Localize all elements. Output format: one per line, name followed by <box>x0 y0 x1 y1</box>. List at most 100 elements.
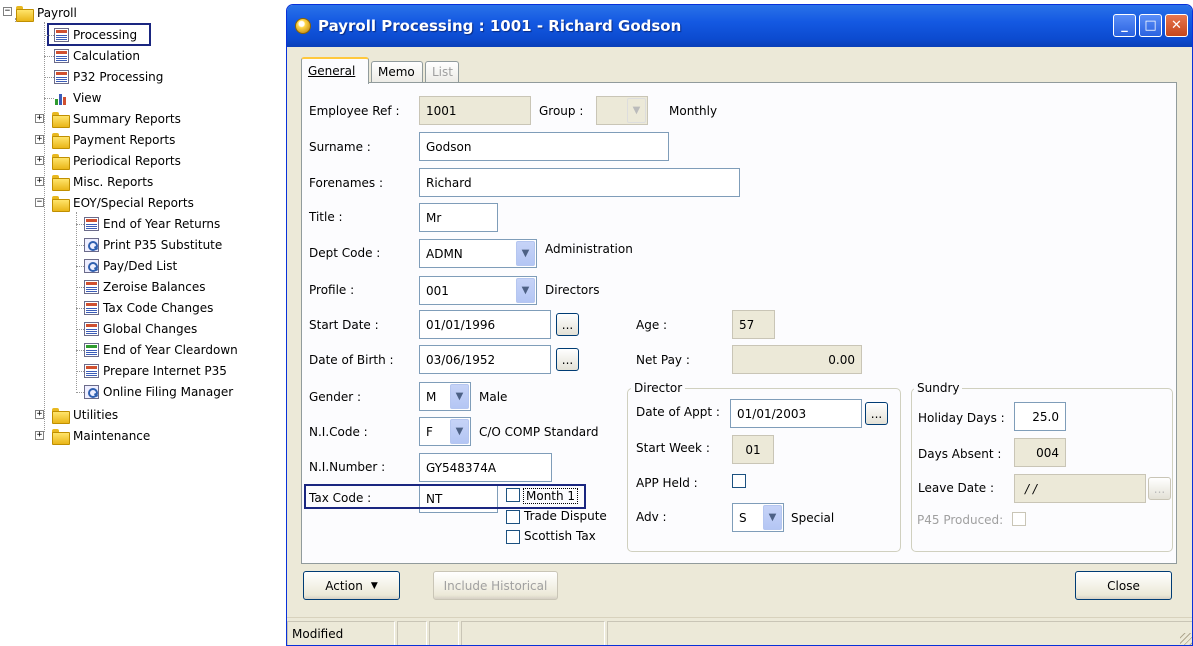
surname-field[interactable]: Godson <box>419 132 669 161</box>
ni-code-description: C/O COMP Standard <box>479 425 599 439</box>
date-of-appt-field[interactable]: 01/01/2003 <box>730 399 862 428</box>
tree-node-label: Online Filing Manager <box>103 385 234 399</box>
tree-node-online-filing-manager[interactable]: Online Filing Manager <box>84 382 233 402</box>
tree-node-payroll[interactable]: Payroll <box>16 3 77 23</box>
director-group-title: Director <box>631 381 686 395</box>
chevron-down-icon[interactable]: ▼ <box>516 278 535 303</box>
resize-grip-icon[interactable] <box>1180 633 1192 645</box>
start-date-label: Start Date : <box>309 318 379 332</box>
close-button[interactable]: Close <box>1075 571 1172 600</box>
profile-label: Profile : <box>309 283 355 297</box>
tree-node-print-p35-substitute[interactable]: Print P35 Substitute <box>84 235 222 255</box>
tree-node-p32-processing[interactable]: P32 Processing <box>54 67 163 87</box>
tree-node-label: Payment Reports <box>73 133 176 147</box>
date-of-appt-picker-button[interactable]: ... <box>865 402 888 425</box>
tree-node-eoy-special-reports[interactable]: EOY/Special Reports <box>52 193 194 213</box>
ni-code-dropdown[interactable]: F ▼ <box>419 417 471 446</box>
month1-checkbox[interactable] <box>506 488 520 502</box>
expand-icon[interactable]: + <box>35 431 44 440</box>
start-date-field[interactable]: 01/01/1996 <box>419 310 551 339</box>
group-description: Monthly <box>669 104 718 118</box>
tree-node-processing[interactable]: Processing <box>54 25 137 45</box>
tree-node-view[interactable]: View <box>54 88 101 108</box>
ni-code-label: N.I.Code : <box>309 425 368 439</box>
tree-node-pay-ded-list[interactable]: Pay/Ded List <box>84 256 177 276</box>
chevron-down-icon: ▼ <box>627 98 646 123</box>
tab-label: General <box>308 64 356 78</box>
expand-icon[interactable]: + <box>35 410 44 419</box>
app-held-checkbox[interactable] <box>732 474 746 488</box>
tree-node-end-of-year-cleardown[interactable]: End of Year Cleardown <box>84 340 238 360</box>
tree-node-label: P32 Processing <box>73 70 164 84</box>
date-of-birth-field[interactable]: 03/06/1952 <box>419 345 551 374</box>
tree-node-prepare-internet-p35[interactable]: Prepare Internet P35 <box>84 361 227 381</box>
preview-icon <box>84 259 99 273</box>
dept-code-label: Dept Code : <box>309 246 381 260</box>
bar-chart-icon <box>54 91 69 105</box>
collapse-icon[interactable]: − <box>35 198 44 207</box>
maximize-button[interactable]: □ <box>1139 14 1162 37</box>
status-cell <box>397 621 427 645</box>
expand-icon[interactable]: + <box>35 156 44 165</box>
ni-number-field[interactable]: GY548374A <box>419 453 552 482</box>
gender-value: M <box>426 389 437 404</box>
tree-node-tax-code-changes[interactable]: Tax Code Changes <box>84 298 213 318</box>
chevron-down-icon[interactable]: ▼ <box>763 505 782 530</box>
action-button[interactable]: Action ▼ <box>303 571 400 600</box>
tree-node-misc-reports[interactable]: Misc. Reports <box>52 172 153 192</box>
gender-dropdown[interactable]: M ▼ <box>419 382 471 411</box>
net-pay-label: Net Pay : <box>636 353 690 367</box>
chevron-down-icon[interactable]: ▼ <box>516 241 535 266</box>
date-of-birth-picker-button[interactable]: ... <box>556 348 579 371</box>
tree-node-periodical-reports[interactable]: Periodical Reports <box>52 151 181 171</box>
collapse-icon[interactable]: − <box>3 7 12 16</box>
profile-value: 001 <box>426 283 449 298</box>
profile-dropdown[interactable]: 001 ▼ <box>419 276 537 305</box>
close-window-button[interactable]: ✕ <box>1165 14 1188 37</box>
tab-label: List <box>432 65 453 79</box>
tree-node-label: View <box>73 91 102 105</box>
app-icon <box>295 18 311 34</box>
expand-icon[interactable]: + <box>35 177 44 186</box>
preview-icon <box>84 385 99 399</box>
tab-memo[interactable]: Memo <box>371 61 423 83</box>
tree-node-end-of-year-returns[interactable]: End of Year Returns <box>84 214 220 234</box>
include-historical-button: Include Historical <box>433 571 558 600</box>
title-field[interactable]: Mr <box>419 203 498 232</box>
scottish-tax-checkbox[interactable] <box>506 530 520 544</box>
action-button-label: Action <box>325 578 363 593</box>
gender-label: Gender : <box>309 390 362 404</box>
tree-node-payment-reports[interactable]: Payment Reports <box>52 130 175 150</box>
expand-icon[interactable]: + <box>35 135 44 144</box>
ni-number-label: N.I.Number : <box>309 460 386 474</box>
tree-node-zeroise-balances[interactable]: Zeroise Balances <box>84 277 206 297</box>
tree-node-label: Tax Code Changes <box>103 301 214 315</box>
chevron-down-icon[interactable]: ▼ <box>450 419 469 444</box>
caret-down-icon: ▼ <box>370 580 378 591</box>
chevron-down-icon[interactable]: ▼ <box>450 384 469 409</box>
days-absent-field: 004 <box>1014 438 1066 467</box>
folder-icon <box>52 112 70 128</box>
trade-dispute-checkbox[interactable] <box>506 510 520 524</box>
tree-node-label: Misc. Reports <box>73 175 154 189</box>
employee-ref-label: Employee Ref : <box>309 104 400 118</box>
tree-node-calculation[interactable]: Calculation <box>54 46 140 66</box>
dept-code-dropdown[interactable]: ADMN ▼ <box>419 239 537 268</box>
tab-general[interactable]: General <box>301 57 369 84</box>
tree-node-summary-reports[interactable]: Summary Reports <box>52 109 181 129</box>
minimize-button[interactable]: _ <box>1113 14 1136 37</box>
start-date-picker-button[interactable]: ... <box>556 313 579 336</box>
net-pay-field: 0.00 <box>732 345 862 374</box>
expand-icon[interactable]: + <box>35 114 44 123</box>
tree-node-label: Utilities <box>73 408 119 422</box>
holiday-days-field[interactable]: 25.0 <box>1014 402 1066 431</box>
adv-dropdown[interactable]: S ▼ <box>732 503 784 532</box>
tab-label: Memo <box>378 65 415 79</box>
tree-node-maintenance[interactable]: Maintenance <box>52 426 150 446</box>
tree-node-utilities[interactable]: Utilities <box>52 405 118 425</box>
forenames-field[interactable]: Richard <box>419 168 740 197</box>
tree-node-global-changes[interactable]: Global Changes <box>84 319 197 339</box>
cleardown-icon <box>84 343 99 357</box>
title-bar[interactable]: Payroll Processing : 1001 - Richard Gods… <box>287 5 1192 47</box>
adv-description: Special <box>791 511 835 525</box>
